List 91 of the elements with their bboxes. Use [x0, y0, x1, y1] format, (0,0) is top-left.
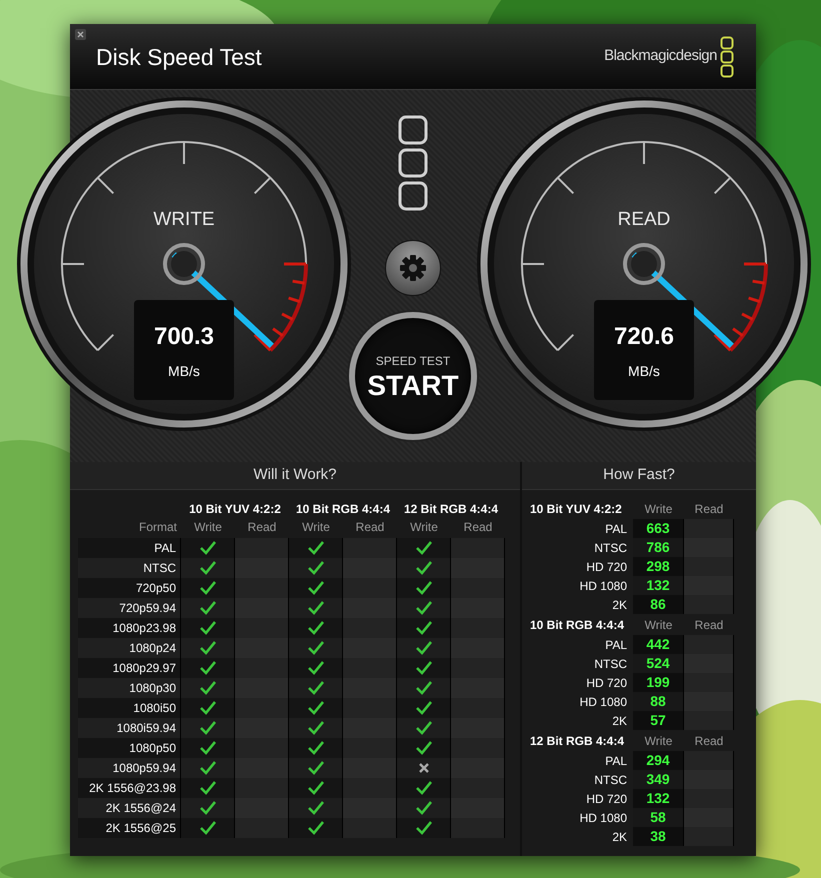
- gauge-label: READ: [616, 208, 672, 232]
- gauge-hub: [623, 243, 665, 285]
- table-cell: [684, 770, 734, 789]
- row-label: 2K: [611, 828, 628, 846]
- gauge-value: 700.3: [154, 322, 214, 352]
- row-label: 1080p29.97: [78, 658, 181, 678]
- column-heading: Read: [694, 617, 724, 634]
- speed-value: 199: [633, 673, 684, 692]
- table-cell: [684, 654, 734, 673]
- row-label: 720p50: [78, 578, 181, 598]
- row-label: HD 720: [585, 558, 628, 576]
- speed-value: 57: [633, 711, 684, 730]
- table-cell: [684, 789, 734, 808]
- gauge-label: WRITE: [152, 208, 216, 232]
- speed-value: 663: [633, 519, 684, 538]
- column-heading: Read: [354, 519, 386, 536]
- column-heading: Write: [644, 733, 674, 750]
- row-label: 1080p24: [78, 638, 181, 658]
- column-heading: Write: [644, 617, 674, 634]
- speed-value: 442: [633, 635, 684, 654]
- row-label: HD 1080: [578, 694, 628, 710]
- table-cell: [684, 557, 734, 576]
- table-cell: [684, 751, 734, 770]
- column-heading: Write: [409, 519, 439, 536]
- gauge-unit: MB/s: [628, 362, 660, 380]
- group-heading: 10 Bit RGB 4:4:4: [530, 617, 626, 634]
- column-group-heading: 10 Bit RGB 4:4:4: [294, 501, 392, 518]
- logo-icon: [397, 114, 429, 212]
- row-label: PAL: [604, 752, 628, 770]
- row-label: 2K: [611, 596, 628, 614]
- column-heading: Format: [138, 519, 178, 536]
- row-label: 1080p59.94: [78, 758, 181, 778]
- gauge-unit: MB/s: [168, 362, 200, 380]
- row-label: 2K: [611, 712, 628, 730]
- column-heading: Write: [644, 501, 674, 518]
- speed-value: 132: [633, 789, 684, 808]
- row-label: 2K 1556@23.98: [78, 778, 181, 798]
- row-label: NTSC: [593, 772, 628, 788]
- speed-value: 294: [633, 751, 684, 770]
- table-cell: [684, 827, 734, 846]
- row-label: 2K 1556@24: [78, 798, 181, 818]
- row-label: 1080p50: [78, 738, 181, 758]
- logo-text: Blackmagicdesign: [604, 46, 717, 66]
- group-heading: 10 Bit YUV 4:2:2: [530, 501, 623, 518]
- speed-value: 298: [633, 557, 684, 576]
- column-heading: Read: [694, 501, 724, 518]
- table-cell: [684, 692, 734, 711]
- table-cell: [684, 635, 734, 654]
- gauge-value: 720.6: [614, 322, 674, 352]
- row-label: 1080i59.94: [78, 718, 181, 738]
- settings-button[interactable]: [385, 240, 441, 296]
- table-cell: [684, 576, 734, 595]
- table-cell: [684, 538, 734, 557]
- row-label: 1080p30: [78, 678, 181, 698]
- speed-value: 38: [633, 827, 684, 846]
- column-heading: Write: [301, 519, 331, 536]
- row-label: HD 1080: [578, 810, 628, 826]
- row-label: NTSC: [593, 540, 628, 556]
- row-label: HD 1080: [578, 578, 628, 594]
- column-heading: Read: [246, 519, 278, 536]
- table-cell: [684, 711, 734, 730]
- row-label: NTSC: [593, 656, 628, 672]
- row-label: PAL: [78, 538, 181, 558]
- column-heading: Read: [694, 733, 724, 750]
- column-group-heading: 12 Bit RGB 4:4:4: [402, 501, 500, 518]
- row-label: PAL: [604, 520, 628, 538]
- row-label: 1080i50: [78, 698, 181, 718]
- row-label: 720p59.94: [78, 598, 181, 618]
- table-cell: [684, 808, 734, 827]
- speed-value: 86: [633, 595, 684, 614]
- close-button[interactable]: [75, 29, 86, 40]
- table-cell: [684, 519, 734, 538]
- row-label: 1080p23.98: [78, 618, 181, 638]
- group-heading: 12 Bit RGB 4:4:4: [530, 733, 626, 750]
- panel-title: How Fast?: [522, 462, 756, 490]
- window-title: Disk Speed Test: [96, 43, 262, 72]
- row-label: PAL: [604, 636, 628, 654]
- row-label: HD 720: [585, 790, 628, 808]
- table-cell: [684, 673, 734, 692]
- row-label: 2K 1556@25: [78, 818, 181, 838]
- logo-icon: [720, 36, 734, 78]
- column-heading: Read: [462, 519, 494, 536]
- panel-title: Will it Work?: [70, 462, 520, 490]
- start-button[interactable]: SPEED TEST START: [349, 312, 477, 440]
- row-label: HD 720: [585, 674, 628, 692]
- column-heading: Write: [193, 519, 223, 536]
- row-label: NTSC: [78, 558, 181, 578]
- settings-icon: [398, 253, 428, 283]
- gauge-hub: [163, 243, 205, 285]
- column-group-heading: 10 Bit YUV 4:2:2: [188, 501, 282, 518]
- table-cell: [684, 595, 734, 614]
